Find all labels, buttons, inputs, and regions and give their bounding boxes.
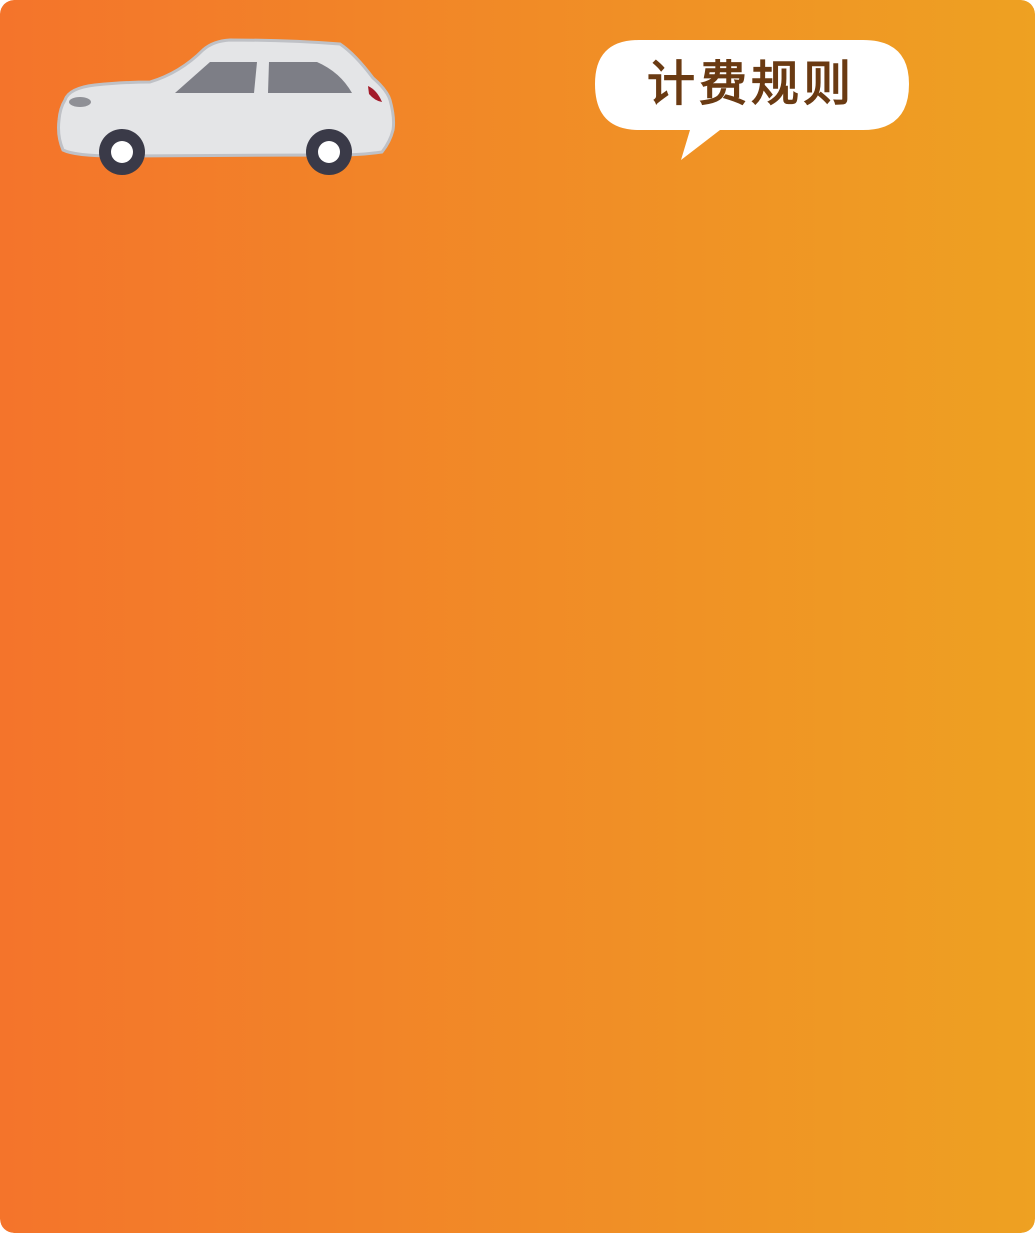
car-icon bbox=[57, 38, 396, 175]
headlight bbox=[69, 97, 91, 107]
front-wheel-hub bbox=[111, 141, 133, 163]
rear-wheel-hub bbox=[318, 141, 340, 163]
pricing-rules-label: 计费规则 bbox=[646, 56, 855, 112]
orange-gradient-background bbox=[0, 0, 1035, 1233]
pricing-rules-panel: 计费规则 bbox=[0, 0, 1035, 1233]
pricing-rules-bubble[interactable]: 计费规则 bbox=[593, 38, 911, 163]
